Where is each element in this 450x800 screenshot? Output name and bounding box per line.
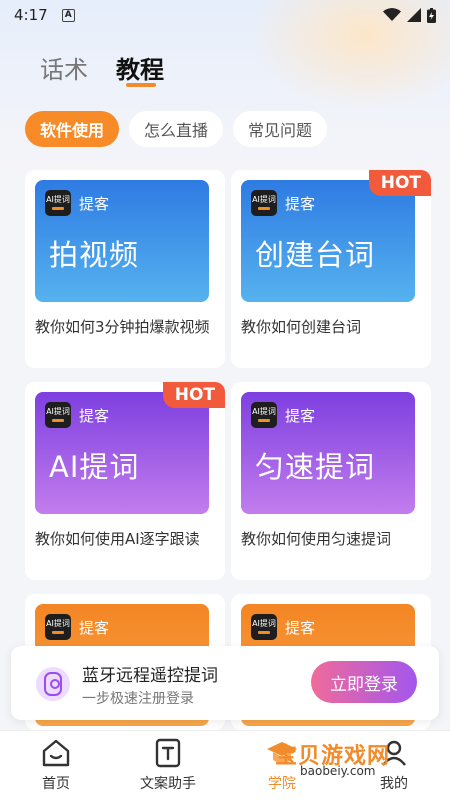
card-thumbnail: AI提词 提客 匀速提词 — [241, 392, 415, 514]
tutorial-card[interactable]: AI提词 提客 拍视频 教你如何3分钟拍爆款视频 — [25, 170, 225, 368]
remote-control-icon — [36, 667, 70, 701]
card-brand: 提客 — [285, 619, 316, 637]
card-description: 教你如何使用匀速提词 — [241, 530, 392, 548]
chip-faq[interactable]: 常见问题 — [233, 111, 328, 147]
chip-software-usage[interactable]: 软件使用 — [25, 111, 120, 147]
app-logo-icon: AI提词 — [251, 190, 277, 216]
top-tabs: 话术 教程 — [40, 50, 164, 87]
home-icon — [40, 737, 72, 769]
tutorial-card[interactable]: AI提词 提客 创建台词 HOT 教你如何创建台词 — [231, 170, 431, 368]
app-logo-icon: AI提词 — [251, 614, 277, 640]
tutorial-card[interactable]: AI提词 提客 匀速提词 教你如何使用匀速提词 — [231, 382, 431, 580]
app-logo-icon: AI提词 — [45, 402, 71, 428]
card-thumbnail: AI提词 提客 创建台词 — [241, 180, 415, 302]
card-description: 教你如何使用AI逐字跟读 — [35, 530, 200, 548]
hot-badge: HOT — [162, 382, 225, 408]
banner-title: 蓝牙远程遥控提词 — [82, 666, 218, 686]
banner-subtitle: 一步极速注册登录 — [82, 691, 194, 707]
card-title: 拍视频 — [49, 238, 140, 272]
nav-home-label: 首页 — [42, 776, 70, 792]
battery-icon — [427, 7, 436, 23]
card-brand: 提客 — [79, 195, 110, 213]
signal-icon — [407, 8, 421, 22]
status-bar: 4:17 A — [0, 0, 450, 30]
tab-tutorials[interactable]: 教程 — [116, 50, 164, 87]
nav-profile-label: 我的 — [380, 776, 408, 792]
card-description: 教你如何创建台词 — [241, 318, 362, 336]
card-title: 匀速提词 — [255, 450, 376, 484]
card-brand: 提客 — [285, 407, 316, 425]
login-banner: 蓝牙远程遥控提词 一步极速注册登录 立即登录 — [11, 646, 439, 720]
chip-how-to-livestream[interactable]: 怎么直播 — [129, 111, 224, 147]
clock: 4:17 — [14, 6, 48, 24]
watermark-url: baobeiy.com — [300, 764, 376, 778]
document-icon — [152, 737, 184, 769]
notification-icon: A — [61, 8, 75, 22]
card-title: 创建台词 — [255, 238, 376, 272]
tutorial-card[interactable]: AI提词 提客 AI提词 HOT 教你如何使用AI逐字跟读 — [25, 382, 225, 580]
hot-badge: HOT — [368, 170, 431, 196]
card-thumbnail: AI提词 提客 AI提词 — [35, 392, 209, 514]
card-brand: 提客 — [79, 619, 110, 637]
card-title: AI提词 — [49, 450, 140, 484]
card-brand: 提客 — [79, 407, 110, 425]
nav-academy-label: 学院 — [268, 776, 296, 792]
nav-home[interactable]: 首页 — [6, 737, 106, 793]
status-icons — [383, 7, 436, 23]
card-brand: 提客 — [285, 195, 316, 213]
wifi-icon — [383, 8, 401, 21]
tab-scripts[interactable]: 话术 — [40, 50, 88, 85]
nav-copywriting[interactable]: 文案助手 — [118, 737, 218, 793]
app-logo-icon: AI提词 — [251, 402, 277, 428]
login-button[interactable]: 立即登录 — [311, 661, 417, 703]
nav-copywriting-label: 文案助手 — [140, 776, 196, 792]
category-chips: 软件使用 怎么直播 常见问题 — [25, 111, 328, 147]
card-description: 教你如何3分钟拍爆款视频 — [35, 318, 210, 336]
card-thumbnail: AI提词 提客 拍视频 — [35, 180, 209, 302]
app-logo-icon: AI提词 — [45, 190, 71, 216]
app-logo-icon: AI提词 — [45, 614, 71, 640]
